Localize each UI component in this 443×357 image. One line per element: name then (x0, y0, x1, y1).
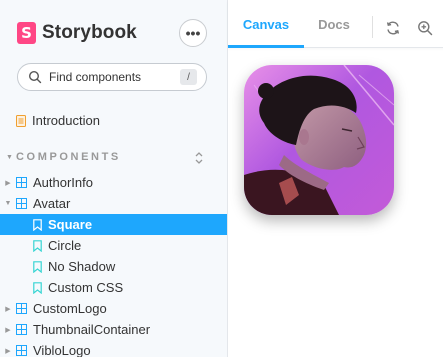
toolbar-divider (372, 16, 373, 38)
tab-docs[interactable]: Docs (306, 0, 362, 48)
bookmark-icon (33, 218, 42, 231)
sidebar-item-customlogo[interactable]: ▶ CustomLogo (0, 298, 227, 319)
sidebar: S Storybook ••• Find components / Introd… (0, 0, 227, 357)
component-icon (16, 177, 27, 188)
search-shortcut-key: / (180, 69, 197, 85)
sidebar-item-introduction[interactable]: Introduction (16, 113, 100, 128)
story-item-square[interactable]: Square (0, 214, 227, 235)
story-label: Circle (48, 238, 82, 253)
search-input[interactable]: Find components / (17, 63, 207, 91)
toolbar: Canvas Docs (228, 0, 443, 48)
search-placeholder: Find components (49, 70, 142, 84)
expand-collapse-icon[interactable] (194, 151, 204, 165)
story-item-no-shadow[interactable]: No Shadow (0, 256, 227, 277)
story-label: Custom CSS (48, 280, 124, 295)
caret-down-icon: ▼ (6, 153, 13, 161)
refresh-icon[interactable] (385, 20, 401, 36)
storybook-logo[interactable]: S Storybook (17, 22, 137, 44)
caret-down-icon: ▼ (4, 200, 12, 207)
bookmark-icon (33, 281, 42, 294)
avatar-photo (244, 65, 394, 215)
component-icon (16, 198, 27, 209)
story-item-circle[interactable]: Circle (0, 235, 227, 256)
bookmark-icon (33, 239, 42, 252)
component-icon (16, 303, 27, 314)
caret-right-icon: ▶ (5, 305, 11, 313)
sidebar-item-label: ThumbnailContainer (33, 322, 151, 337)
sidebar-item-label: AuthorInfo (33, 175, 93, 190)
sidebar-item-label: VibloLogo (33, 343, 91, 357)
sidebar-item-label: Introduction (32, 113, 100, 128)
bookmark-icon (33, 260, 42, 273)
search-icon (28, 70, 42, 84)
avatar-square (244, 65, 394, 215)
story-label: Square (48, 217, 93, 232)
caret-right-icon: ▶ (5, 179, 11, 187)
sidebar-item-viblologo[interactable]: ▶ VibloLogo (0, 340, 227, 357)
story-label: No Shadow (48, 259, 116, 274)
sidebar-item-label: CustomLogo (33, 301, 107, 316)
brand-name: Storybook (42, 22, 137, 43)
sidebar-item-authorinfo[interactable]: ▶ AuthorInfo (0, 172, 227, 193)
story-item-custom-css[interactable]: Custom CSS (0, 277, 227, 298)
caret-right-icon: ▶ (5, 326, 11, 334)
storybook-badge-icon: S (17, 22, 36, 44)
sidebar-item-label: Avatar (33, 196, 71, 211)
tab-canvas[interactable]: Canvas (228, 0, 304, 48)
sidebar-item-avatar[interactable]: ▼ Avatar (0, 193, 227, 214)
caret-right-icon: ▶ (5, 347, 11, 355)
more-options-button[interactable]: ••• (179, 19, 207, 47)
component-icon (16, 345, 27, 356)
sidebar-item-thumbnailcontainer[interactable]: ▶ ThumbnailContainer (0, 319, 227, 340)
preview-panel: Canvas Docs (227, 0, 443, 357)
components-section-header[interactable]: ▼ COMPONENTS (6, 151, 214, 165)
component-icon (16, 324, 27, 335)
zoom-in-icon[interactable] (417, 20, 433, 36)
section-title: COMPONENTS (16, 151, 121, 163)
document-icon (16, 114, 26, 127)
